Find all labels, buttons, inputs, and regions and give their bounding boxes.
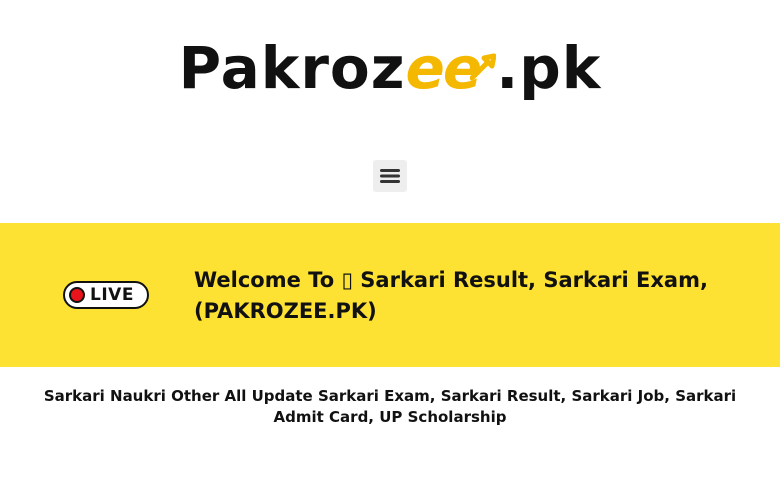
live-badge: LIVE [63,281,149,309]
menu-toggle-button[interactable] [373,160,407,192]
live-badge-label: LIVE [90,285,134,305]
logo-text-prefix: Pakroz [178,34,406,102]
logo-text-suffix: .pk [496,34,602,102]
logo-text-accent: ee [405,34,483,102]
welcome-heading: Welcome To ▯ Sarkari Result, Sarkari Exa… [194,268,708,323]
hamburger-menu-icon [380,169,400,183]
welcome-banner: LIVE Welcome To ▯ Sarkari Result, Sarkar… [0,223,780,367]
site-logo[interactable]: Pakroz ee .pk [0,28,780,108]
logo-arrow-icon [470,53,497,81]
page: Pakroz ee .pk LIVE Welcome To ▯ Sarkari … [0,0,780,493]
live-dot-icon [69,287,85,303]
site-subheading: Sarkari Naukri Other All Update Sarkari … [43,387,737,426]
